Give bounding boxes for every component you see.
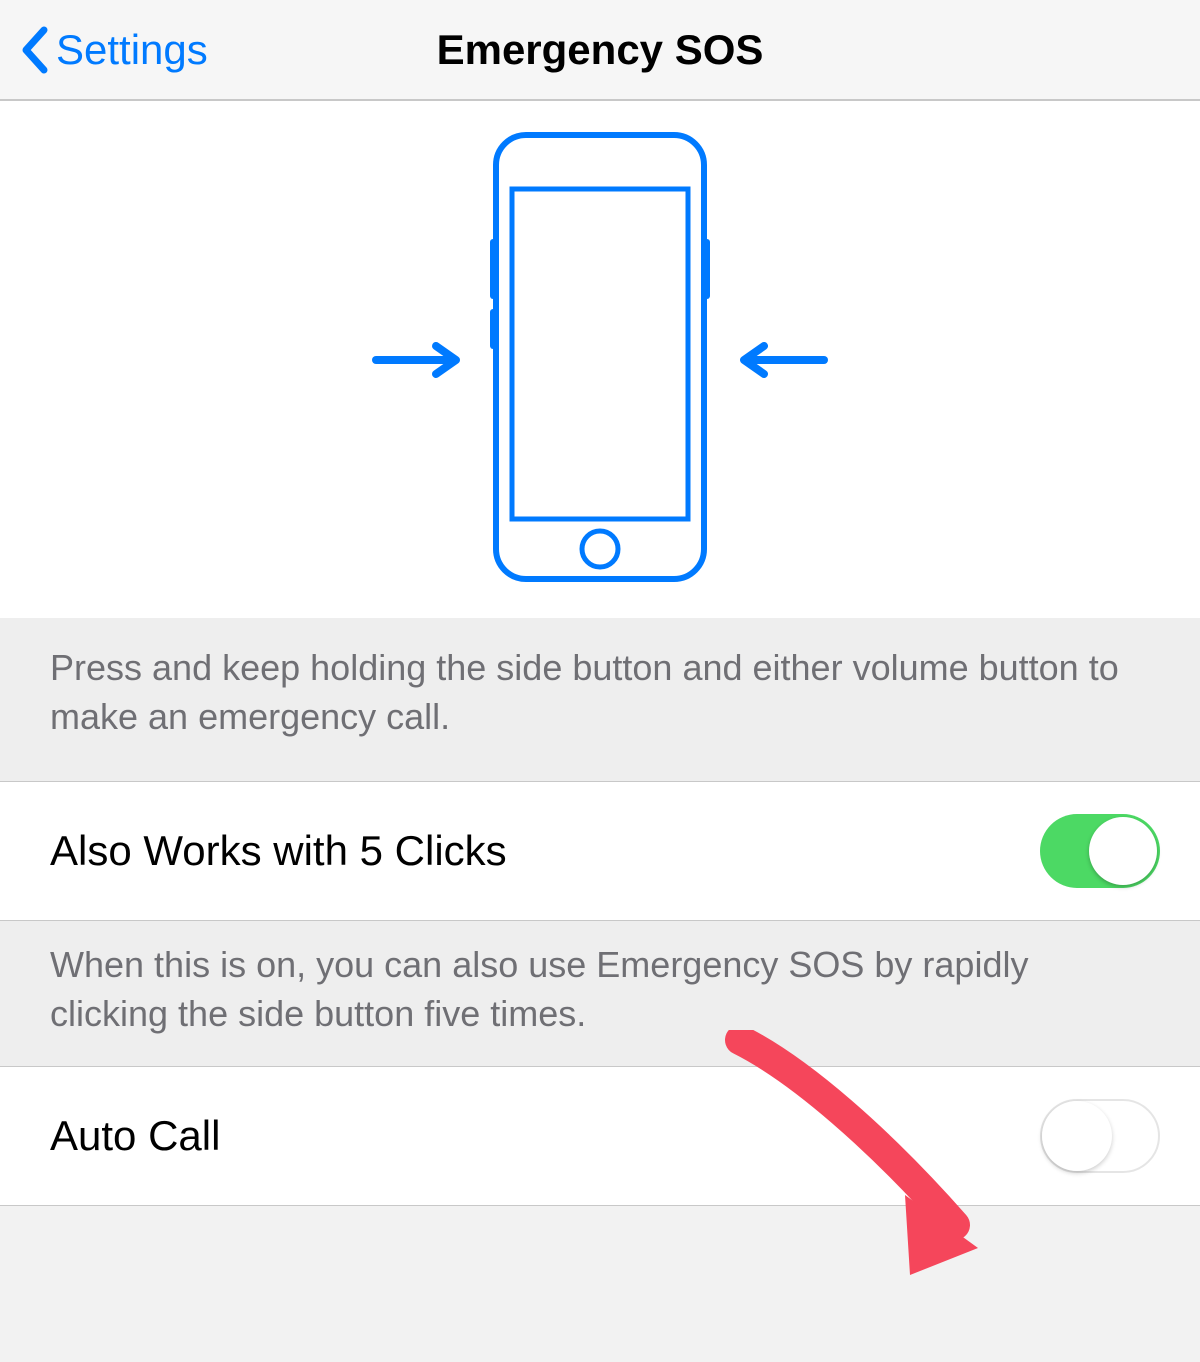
- five-clicks-toggle[interactable]: [1040, 814, 1160, 888]
- phone-diagram-section: [0, 100, 1200, 618]
- auto-call-toggle[interactable]: [1040, 1099, 1160, 1173]
- arrow-left-icon: [732, 340, 828, 380]
- diagram-footer-text: Press and keep holding the side button a…: [0, 618, 1200, 781]
- arrow-right-icon: [372, 340, 468, 380]
- back-button[interactable]: Settings: [20, 26, 208, 74]
- setting-row-auto-call: Auto Call: [0, 1066, 1200, 1206]
- page-title: Emergency SOS: [437, 26, 764, 74]
- toggle-knob: [1089, 817, 1157, 885]
- phone-button-diagram: [372, 129, 828, 590]
- phone-outline-icon: [490, 129, 710, 590]
- navbar: Settings Emergency SOS: [0, 0, 1200, 100]
- setting-row-five-clicks: Also Works with 5 Clicks: [0, 781, 1200, 921]
- back-label: Settings: [56, 26, 208, 74]
- setting-label: Auto Call: [50, 1112, 220, 1160]
- five-clicks-footer-text: When this is on, you can also use Emerge…: [0, 921, 1200, 1066]
- setting-label: Also Works with 5 Clicks: [50, 827, 507, 875]
- chevron-left-icon: [20, 26, 48, 74]
- toggle-knob: [1042, 1101, 1112, 1171]
